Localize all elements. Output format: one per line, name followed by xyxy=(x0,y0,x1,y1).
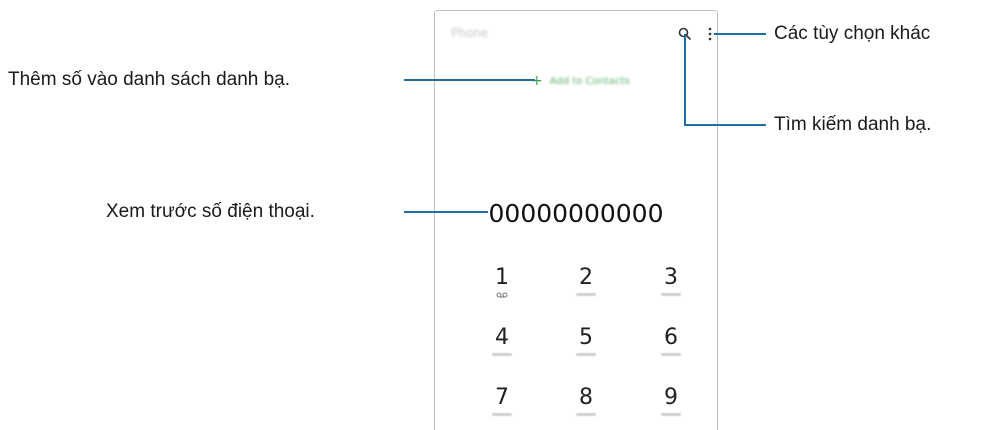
callout-preview-number: Xem trước số điện thoại. xyxy=(106,201,315,222)
callout-search-contacts: Tìm kiếm danh bạ. xyxy=(774,114,932,135)
callout-add-to-contacts: Thêm số vào danh sách danh bạ. xyxy=(8,69,291,90)
key-digit: 7 xyxy=(495,385,509,410)
leader-line-more-options xyxy=(714,33,766,35)
plus-icon: + xyxy=(531,73,543,89)
key-digit: 3 xyxy=(664,265,678,290)
leader-line-preview xyxy=(404,211,488,213)
key-8[interactable]: 8 xyxy=(556,386,616,416)
key-letters xyxy=(492,353,512,356)
key-letters xyxy=(661,293,681,296)
key-digit: 9 xyxy=(664,385,678,410)
key-letters xyxy=(576,413,596,416)
key-letters xyxy=(576,353,596,356)
phone-number-display[interactable]: 00000000000 xyxy=(435,199,717,228)
phone-screen: Phone + Add to Contacts 00000000000 1 2 … xyxy=(434,10,718,430)
key-4[interactable]: 4 xyxy=(472,326,532,356)
key-1[interactable]: 1 xyxy=(472,266,532,301)
add-to-contacts-button[interactable]: + Add to Contacts xyxy=(531,73,630,89)
key-2[interactable]: 2 xyxy=(556,266,616,296)
key-digit: 4 xyxy=(495,325,509,350)
leader-line-search-horizontal xyxy=(684,124,766,126)
add-to-contacts-label: Add to Contacts xyxy=(549,75,630,87)
key-digit: 6 xyxy=(664,325,678,350)
callout-more-options: Các tùy chọn khác xyxy=(774,23,931,44)
key-letters xyxy=(576,293,596,296)
leader-line-add-contact xyxy=(404,79,535,81)
key-digit: 8 xyxy=(579,385,593,410)
key-letters xyxy=(661,413,681,416)
key-6[interactable]: 6 xyxy=(641,326,701,356)
key-letters xyxy=(661,353,681,356)
leader-line-search-vertical xyxy=(684,34,686,126)
key-3[interactable]: 3 xyxy=(641,266,701,296)
key-9[interactable]: 9 xyxy=(641,386,701,416)
key-7[interactable]: 7 xyxy=(472,386,532,416)
key-digit: 2 xyxy=(579,265,593,290)
app-title: Phone xyxy=(451,26,489,40)
key-digit: 5 xyxy=(579,325,593,350)
key-5[interactable]: 5 xyxy=(556,326,616,356)
key-digit: 1 xyxy=(495,265,509,290)
voicemail-icon xyxy=(472,292,532,301)
key-letters xyxy=(492,413,512,416)
